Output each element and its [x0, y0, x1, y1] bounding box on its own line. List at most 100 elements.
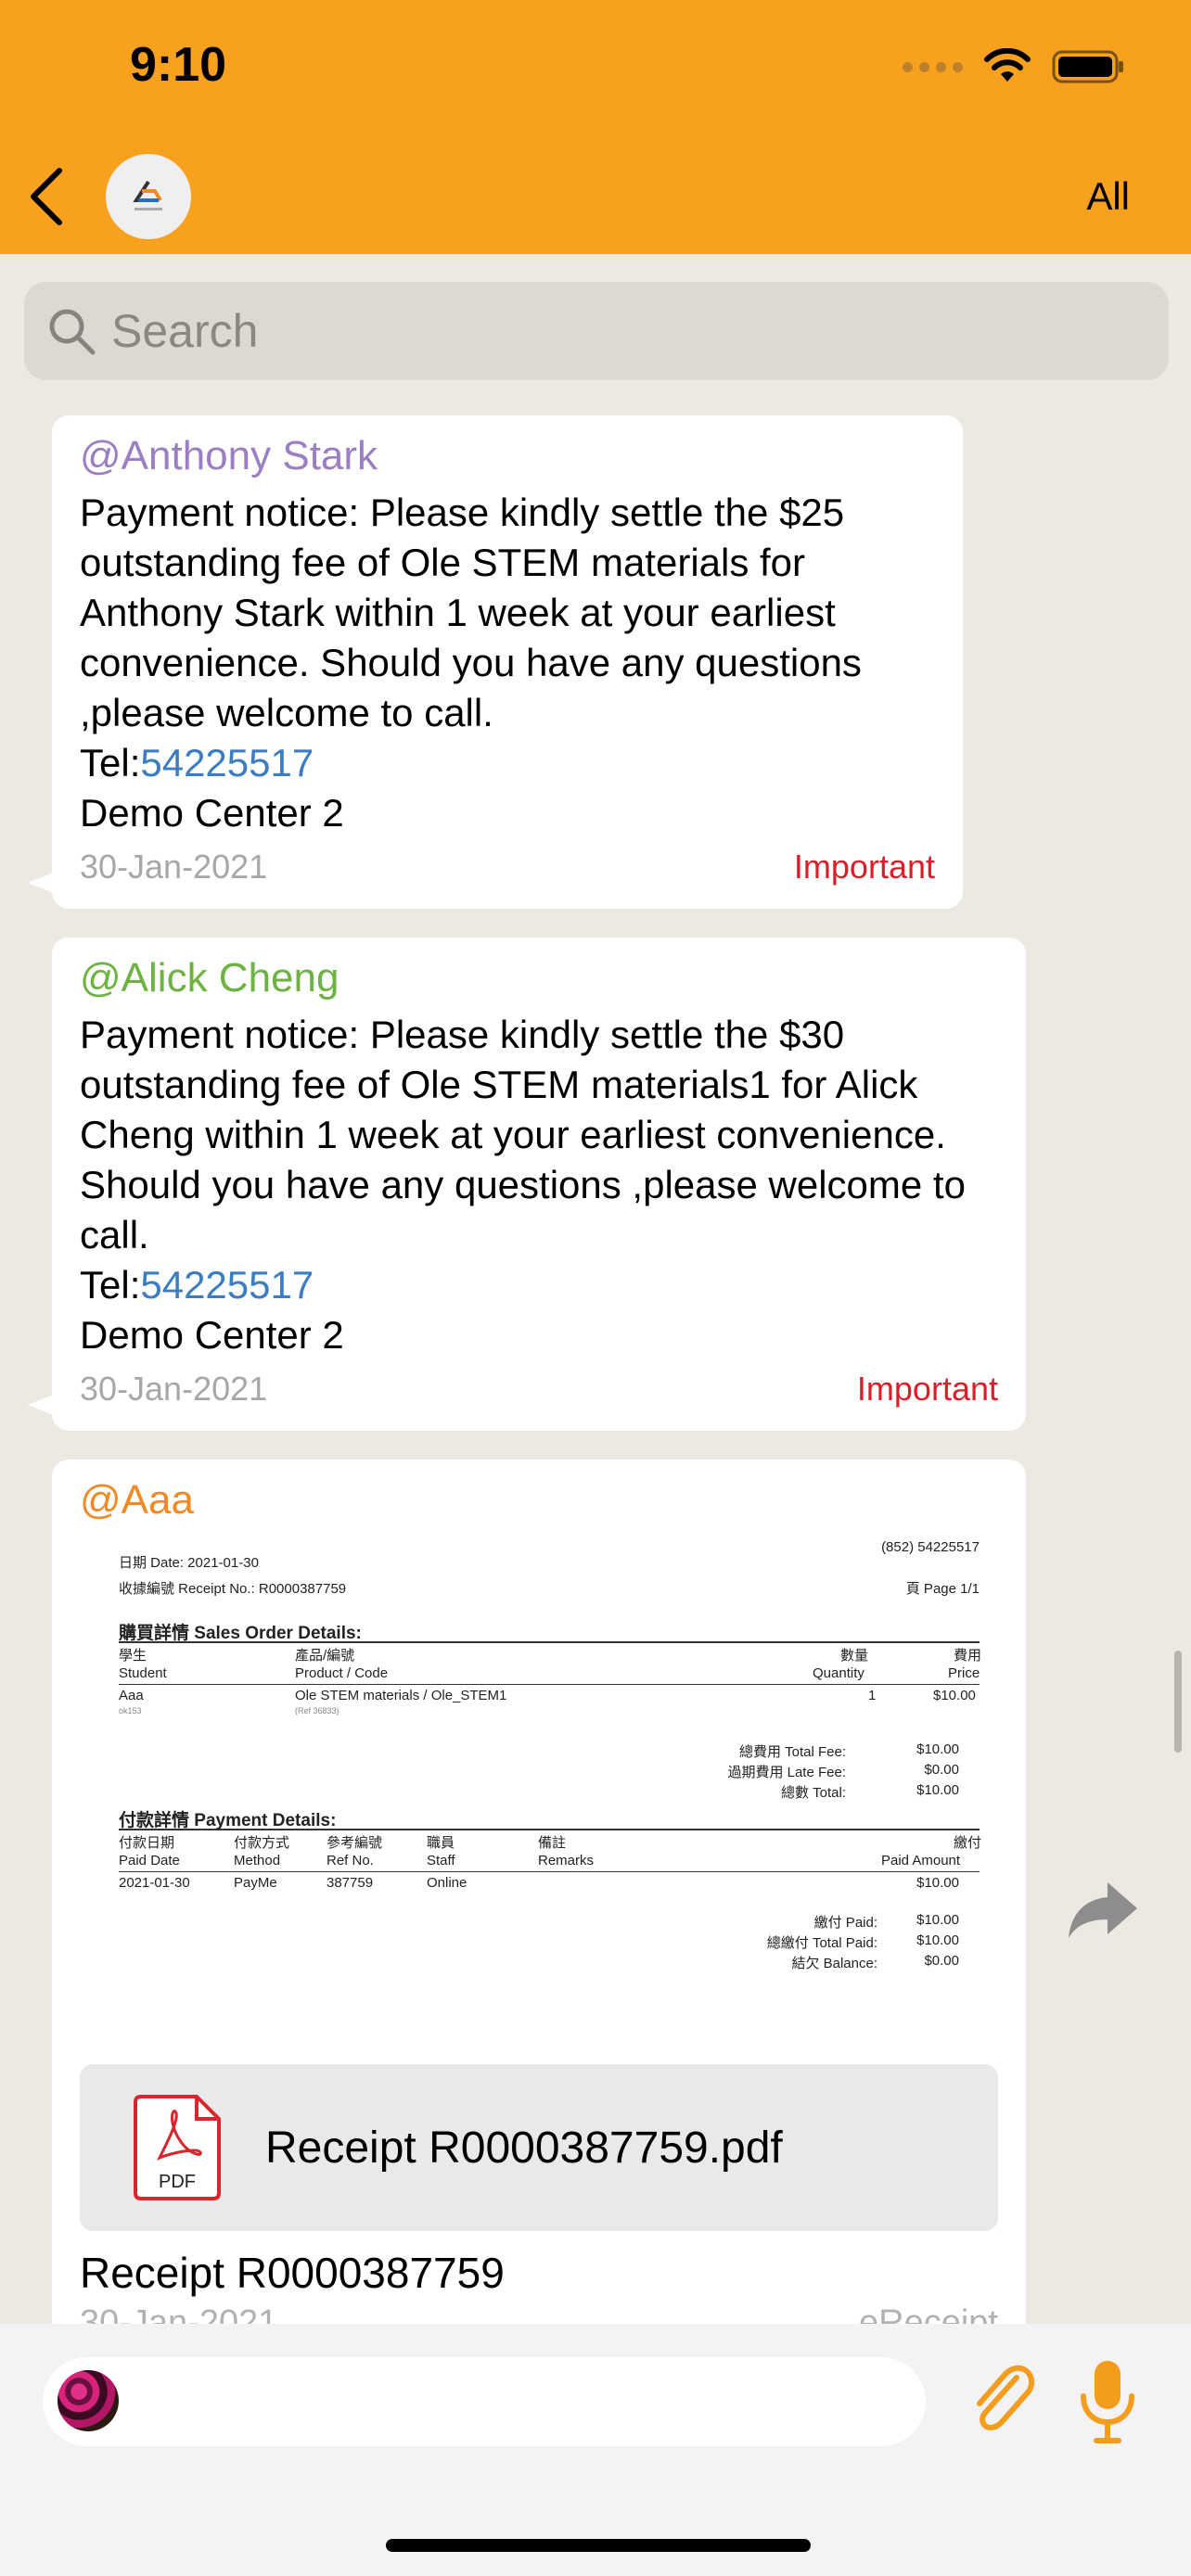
- tel-label: Tel:: [80, 741, 141, 784]
- payment-ref: 387759: [327, 1875, 374, 1891]
- col-header: 職員: [427, 1835, 455, 1851]
- col-header: 參考編號: [327, 1835, 383, 1851]
- balance-label: 結欠 Balance:: [791, 1956, 877, 1971]
- total-fee-label: 總費用 Total Fee:: [738, 1744, 846, 1760]
- payment-amount: $10.00: [916, 1875, 959, 1891]
- receipt-number: 收據編號 Receipt No.: R0000387759: [119, 1581, 347, 1597]
- search-input[interactable]: [109, 303, 1133, 359]
- message-bubble[interactable]: @Anthony Stark Payment notice: Please ki…: [28, 415, 963, 909]
- pdf-attachment[interactable]: PDF Receipt R0000387759.pdf: [80, 2064, 998, 2231]
- message-date: 30-Jan-2021: [80, 1370, 268, 1408]
- col-header: Staff: [427, 1853, 455, 1868]
- message-date: 30-Jan-2021: [80, 848, 268, 886]
- col-header: Paid Amount: [881, 1853, 961, 1868]
- search-bar[interactable]: [24, 282, 1169, 380]
- total-fee-value: $10.00: [916, 1741, 959, 1757]
- payment-staff: Online: [427, 1875, 467, 1891]
- pdf-icon: PDF: [134, 2095, 221, 2200]
- compose-input-container[interactable]: [43, 2357, 926, 2446]
- divider: [119, 1829, 980, 1830]
- col-header: 繳付: [954, 1835, 982, 1851]
- total-paid-value: $10.00: [916, 1932, 959, 1948]
- paperclip-icon[interactable]: [963, 2361, 1041, 2439]
- col-header: Product / Code: [295, 1665, 389, 1681]
- center-name: Demo Center 2: [80, 791, 344, 835]
- total-label: 總數 Total:: [780, 1785, 846, 1801]
- balance-value: $0.00: [924, 1953, 959, 1969]
- col-header: 產品/編號: [295, 1648, 355, 1664]
- message-caption: Receipt R0000387759: [80, 2249, 505, 2297]
- tel-label: Tel:: [80, 1263, 141, 1307]
- col-header: 數量: [840, 1648, 869, 1664]
- message-meta: 30-Jan-2021 Important: [80, 1370, 998, 1409]
- status-time: 9:10: [130, 38, 227, 92]
- paid-label: 繳付 Paid:: [813, 1915, 877, 1931]
- message-body: Payment notice: Please kindly settle the…: [80, 491, 862, 734]
- divider: [119, 1684, 980, 1685]
- logo-icon: [133, 180, 162, 210]
- receipt-date: 日期 Date: 2021-01-30: [119, 1555, 259, 1571]
- phone-link[interactable]: 54225517: [140, 1263, 314, 1307]
- payment-method: PayMe: [234, 1875, 277, 1891]
- col-header: 備註: [538, 1835, 567, 1851]
- phone-link[interactable]: 54225517: [140, 741, 314, 784]
- payment-heading: 付款詳情 Payment Details:: [119, 1811, 337, 1830]
- forward-icon[interactable]: [1067, 1879, 1139, 1940]
- col-header: 學生: [119, 1648, 147, 1664]
- col-header: Paid Date: [119, 1853, 180, 1868]
- row-student: Aaa: [119, 1688, 144, 1703]
- center-name: Demo Center 2: [80, 1313, 344, 1357]
- user-avatar[interactable]: [58, 2370, 119, 2431]
- microphone-icon[interactable]: [1076, 2359, 1139, 2444]
- row-price: $10.00: [933, 1688, 976, 1703]
- message-text: Payment notice: Please kindly settle the…: [80, 488, 935, 838]
- message-sender[interactable]: @Alick Cheng: [80, 950, 998, 1006]
- bubble-tail: [28, 872, 56, 894]
- late-fee-label: 過期費用 Late Fee:: [727, 1765, 846, 1780]
- message-sender[interactable]: @Anthony Stark: [80, 428, 935, 484]
- back-chevron-icon[interactable]: [24, 167, 70, 226]
- col-header: Remarks: [538, 1853, 595, 1868]
- total-paid-label: 總繳付 Total Paid:: [766, 1935, 877, 1951]
- col-header: 費用: [954, 1648, 982, 1664]
- message-meta: 30-Jan-2021 Important: [80, 848, 935, 886]
- col-header: Student: [119, 1665, 167, 1681]
- message-tag: Important: [856, 1370, 998, 1408]
- message-bubble-attachment[interactable]: @Aaa (852) 54225517 日期 Date: 2021-01-30 …: [52, 1460, 1026, 2350]
- compose-bar: [0, 2324, 1191, 2576]
- receipt-preview-image[interactable]: (852) 54225517 日期 Date: 2021-01-30 收據編號 …: [80, 1539, 998, 2064]
- row-qty: 1: [868, 1688, 877, 1703]
- message-sender[interactable]: @Aaa: [80, 1473, 998, 1528]
- col-header: Ref No.: [327, 1853, 374, 1868]
- group-avatar-logo[interactable]: [106, 154, 191, 239]
- search-icon: [49, 309, 96, 355]
- home-indicator: [386, 2539, 811, 2552]
- scrollbar-thumb[interactable]: [1174, 1651, 1182, 1753]
- sales-heading: 購買詳情 Sales Order Details:: [119, 1624, 362, 1643]
- row-student-sub: ok153: [119, 1706, 142, 1715]
- col-header: Method: [234, 1853, 281, 1868]
- late-fee-value: $0.00: [924, 1762, 959, 1778]
- cellular-signal-icon: [903, 61, 963, 72]
- bubble-tail: [28, 1394, 56, 1416]
- pdf-label: PDF: [159, 2172, 196, 2192]
- message-tag: Important: [793, 848, 935, 886]
- receipt-phone: (852) 54225517: [881, 1539, 980, 1555]
- message-body: Payment notice: Please kindly settle the…: [80, 1013, 966, 1256]
- col-header: Quantity: [813, 1665, 864, 1681]
- payment-date: 2021-01-30: [119, 1875, 190, 1891]
- paid-value: $10.00: [916, 1912, 959, 1928]
- battery-icon: [1052, 50, 1123, 83]
- filter-all-button[interactable]: All: [1086, 174, 1130, 219]
- col-header: 付款方式: [234, 1835, 290, 1851]
- total-value: $10.00: [916, 1782, 959, 1798]
- divider: [119, 1641, 980, 1643]
- col-header: 付款日期: [119, 1835, 175, 1851]
- wifi-icon: [984, 48, 1031, 82]
- message-text: Payment notice: Please kindly settle the…: [80, 1010, 998, 1360]
- message-bubble[interactable]: @Alick Cheng Payment notice: Please kind…: [28, 937, 1026, 1431]
- message-input[interactable]: [135, 2374, 909, 2431]
- receipt-page: 頁 Page 1/1: [905, 1581, 980, 1597]
- attachment-filename[interactable]: Receipt R0000387759.pdf: [265, 2123, 783, 2174]
- divider: [119, 1871, 980, 1872]
